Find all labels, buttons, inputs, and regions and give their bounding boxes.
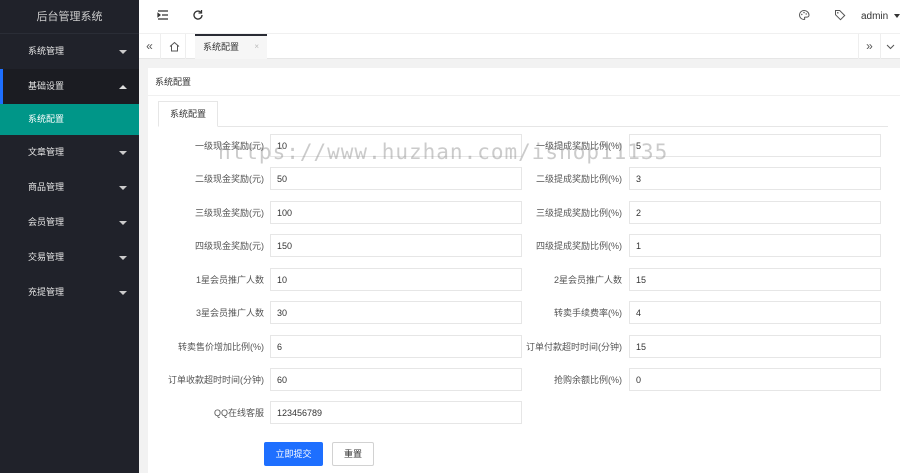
form-row: 订单收款超时时间(分钟) 抢购余额比例(%) — [148, 368, 900, 393]
level2-cash-reward-input[interactable] — [270, 167, 522, 190]
inner-tab-system-config[interactable]: 系统配置 — [158, 101, 218, 127]
caret-up-icon — [119, 85, 127, 89]
sidebar-subitem-system-config[interactable]: 系统配置 — [0, 104, 139, 135]
form-label: QQ在线客服 — [213, 408, 264, 418]
tabs-scroll-left-icon[interactable]: « — [139, 34, 161, 59]
form-row: 转卖售价增加比例(%) 订单付款超时时间(分钟) — [148, 335, 900, 360]
form-label: 1星会员推广人数 — [195, 275, 264, 285]
level4-cash-reward-input[interactable] — [270, 234, 522, 257]
level1-commission-input[interactable] — [629, 134, 881, 157]
sidebar-item-label: 会员管理 — [28, 217, 65, 227]
sidebar-item-products[interactable]: 商品管理 — [0, 170, 139, 205]
form-row: 3星会员推广人数 转卖手续费率(%) — [148, 301, 900, 326]
sidebar-item-basic-settings[interactable]: 基础设置 — [0, 69, 139, 104]
resale-price-increase-input[interactable] — [270, 335, 522, 358]
close-icon[interactable]: × — [254, 36, 259, 58]
tab-label: 系统配置 — [203, 42, 240, 52]
sidebar-item-trades[interactable]: 交易管理 — [0, 240, 139, 275]
level3-cash-reward-input[interactable] — [270, 201, 522, 224]
sidebar-item-deposit-withdraw[interactable]: 充提管理 — [0, 275, 139, 310]
form-label: 抢购余额比例(%) — [554, 375, 622, 385]
form-label: 一级现金奖励(元) — [195, 141, 264, 151]
card-title: 系统配置 — [148, 68, 900, 96]
sidebar-item-label: 文章管理 — [28, 147, 65, 157]
caret-down-icon — [119, 221, 127, 225]
form-row: 一级现金奖励(元) 一级提成奖励比例(%) — [148, 134, 900, 159]
reset-button[interactable]: 重置 — [332, 442, 374, 466]
form-label: 二级现金奖励(元) — [195, 174, 264, 184]
sidebar-item-articles[interactable]: 文章管理 — [0, 135, 139, 170]
flash-sale-balance-ratio-input[interactable] — [629, 368, 881, 391]
caret-down-icon — [119, 151, 127, 155]
sidebar-item-label: 系统管理 — [28, 46, 65, 56]
form-row: 二级现金奖励(元) 二级提成奖励比例(%) — [148, 167, 900, 192]
form-row: 三级现金奖励(元) 三级提成奖励比例(%) — [148, 201, 900, 226]
form-label: 一级提成奖励比例(%) — [536, 141, 622, 151]
caret-down-icon — [119, 256, 127, 260]
sidebar-item-label: 充提管理 — [28, 287, 65, 297]
receipt-timeout-input[interactable] — [270, 368, 522, 391]
resale-fee-rate-input[interactable] — [629, 301, 881, 324]
tag-icon[interactable] — [830, 0, 850, 34]
tabs-scroll-right-icon[interactable]: » — [858, 34, 880, 59]
home-icon[interactable] — [164, 34, 186, 59]
caret-down-icon — [119, 291, 127, 295]
tabs-menu-chevron-down-icon[interactable] — [880, 34, 900, 59]
form-label: 四级提成奖励比例(%) — [536, 241, 622, 251]
star3-promotion-count-input[interactable] — [270, 301, 522, 324]
submit-button[interactable]: 立即提交 — [264, 442, 323, 466]
star1-promotion-count-input[interactable] — [270, 268, 522, 291]
theme-icon[interactable] — [794, 0, 814, 34]
payment-timeout-input[interactable] — [629, 335, 881, 358]
caret-down-icon — [119, 50, 127, 54]
chevron-down-icon — [894, 14, 900, 19]
caret-down-icon — [119, 186, 127, 190]
level3-commission-input[interactable] — [629, 201, 881, 224]
form-row: 四级现金奖励(元) 四级提成奖励比例(%) — [148, 234, 900, 259]
form-label: 二级提成奖励比例(%) — [536, 174, 622, 184]
sidebar-menu: 系统管理 基础设置 系统配置 文章管理 商品管理 会员管理 交易管理 充提管理 — [0, 34, 139, 310]
form-row: QQ在线客服 — [148, 401, 900, 426]
form-label: 3星会员推广人数 — [195, 308, 264, 318]
form-label: 订单付款超时时间(分钟) — [526, 342, 622, 352]
tab-system-config[interactable]: 系统配置 × — [195, 34, 267, 59]
level4-commission-input[interactable] — [629, 234, 881, 257]
user-menu[interactable]: admin — [861, 0, 900, 34]
sidebar: 后台管理系统 系统管理 基础设置 系统配置 文章管理 商品管理 会员管理 交易管… — [0, 0, 139, 473]
tab-bar: « 系统配置 × » — [139, 34, 900, 59]
username: admin — [860, 11, 889, 22]
sidebar-subitem-label: 系统配置 — [28, 114, 65, 124]
form-row: 1星会员推广人数 2星会员推广人数 — [148, 268, 900, 293]
level2-commission-input[interactable] — [629, 167, 881, 190]
top-header: admin — [139, 0, 900, 34]
brand-title: 后台管理系统 — [0, 0, 139, 34]
star2-promotion-count-input[interactable] — [629, 268, 881, 291]
sidebar-item-label: 基础设置 — [28, 81, 65, 91]
form-label: 订单收款超时时间(分钟) — [168, 375, 264, 385]
form-label: 三级现金奖励(元) — [195, 208, 264, 218]
sidebar-item-label: 交易管理 — [28, 252, 65, 262]
level1-cash-reward-input[interactable] — [270, 134, 522, 157]
config-card: 系统配置 系统配置 一级现金奖励(元) 一级提成奖励比例(%) 二级现金奖励(元… — [148, 68, 900, 473]
form-label: 三级提成奖励比例(%) — [536, 208, 622, 218]
form-label: 转卖售价增加比例(%) — [178, 342, 264, 352]
sidebar-item-system[interactable]: 系统管理 — [0, 34, 139, 69]
form-label: 2星会员推广人数 — [553, 275, 622, 285]
form-label: 四级现金奖励(元) — [195, 241, 264, 251]
inner-tab-bar: 系统配置 — [158, 101, 888, 127]
sidebar-item-label: 商品管理 — [28, 182, 65, 192]
qq-service-input[interactable] — [270, 401, 522, 424]
form-label: 转卖手续费率(%) — [554, 308, 622, 318]
menu-fold-icon[interactable] — [153, 0, 173, 34]
sidebar-item-members[interactable]: 会员管理 — [0, 205, 139, 240]
refresh-icon[interactable] — [188, 0, 208, 34]
